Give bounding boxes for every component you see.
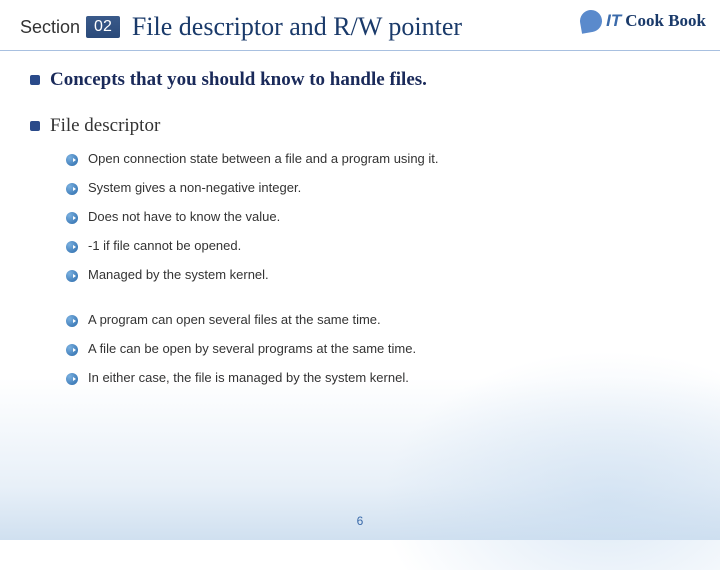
list-item: System gives a non-negative integer. [66,180,690,195]
list-item: In either case, the file is managed by t… [66,370,690,385]
brand-logo: IT Cook Book [580,10,706,32]
round-bullet-icon [66,373,78,385]
round-bullet-icon [66,315,78,327]
point-text: A file can be open by several programs a… [88,341,416,356]
list-item: -1 if file cannot be opened. [66,238,690,253]
point-text: Managed by the system kernel. [88,267,269,282]
slide-content: Concepts that you should know to handle … [0,51,720,385]
point-text: A program can open several files at the … [88,312,381,327]
intro-text: Concepts that you should know to handle … [50,69,427,91]
list-item: A program can open several files at the … [66,312,690,327]
round-bullet-icon [66,154,78,166]
points-group-a: Open connection state between a file and… [66,151,690,385]
point-text: Does not have to know the value. [88,209,280,224]
round-bullet-icon [66,212,78,224]
list-item: A file can be open by several programs a… [66,341,690,356]
round-bullet-icon [66,241,78,253]
brand-it-text: IT [606,11,621,31]
point-text: System gives a non-negative integer. [88,180,301,195]
square-bullet-icon [30,121,40,131]
square-bullet-icon [30,75,40,85]
point-text: -1 if file cannot be opened. [88,238,241,253]
slide-header: Section 02 File descriptor and R/W point… [0,0,720,51]
point-text: In either case, the file is managed by t… [88,370,409,385]
topic-line: File descriptor [30,115,690,137]
round-bullet-icon [66,344,78,356]
section-number-badge: 02 [86,16,120,38]
list-item: Managed by the system kernel. [66,267,690,282]
section-label: Section [20,17,80,38]
group-separator [66,296,690,312]
list-item: Open connection state between a file and… [66,151,690,166]
list-item: Does not have to know the value. [66,209,690,224]
page-number: 6 [357,514,364,528]
round-bullet-icon [66,183,78,195]
point-text: Open connection state between a file and… [88,151,439,166]
round-bullet-icon [66,270,78,282]
intro-line: Concepts that you should know to handle … [30,69,690,91]
slide-title: File descriptor and R/W pointer [132,12,462,42]
brand-swoosh-icon [578,8,603,33]
brand-cook-text: Cook Book [625,11,706,31]
topic-text: File descriptor [50,115,160,137]
